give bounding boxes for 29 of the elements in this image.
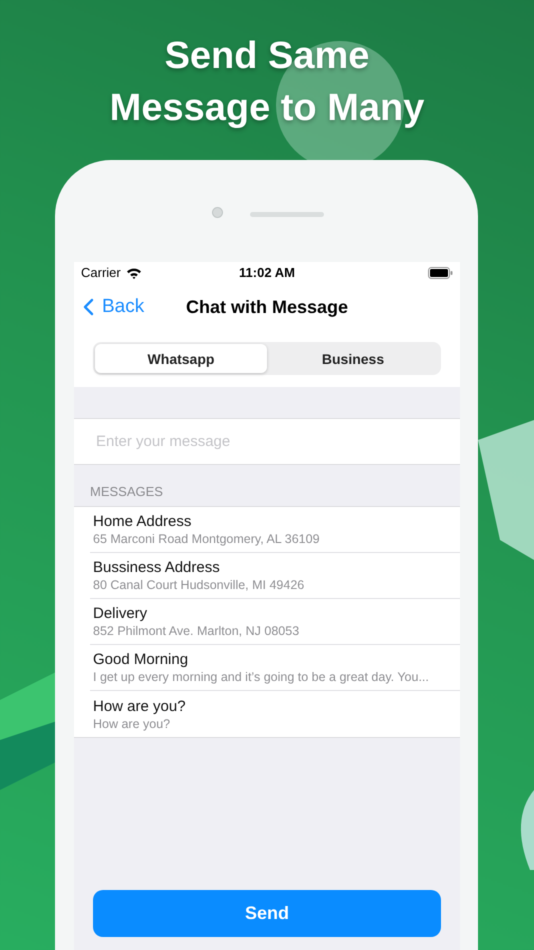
section-header: MESSAGES [90,484,163,499]
message-preview: 852 Philmont Ave. Marlton, NJ 08053 [93,624,300,638]
battery-icon [428,266,453,278]
headline: Message to Many [110,86,424,131]
message-row[interactable]: Delivery 852 Philmont Ave. Marlton, NJ 08053 [90,599,460,645]
message-preview: I get up every morning and it’s going to be a great day. You... [93,670,430,684]
camera-icon [212,207,223,218]
message-input[interactable]: Enter your message [74,419,460,464]
message-row[interactable]: Bussiness Address 80 Canal Court Hudsonville, MI 49426 [90,553,460,599]
segment-tab[interactable]: Business [267,344,439,373]
message-title: Bussiness Address [93,559,221,576]
wifi-icon [126,266,142,278]
status-time: 11:02 AM [239,265,295,280]
message-row[interactable]: How are you? How are you? [90,691,460,737]
message-row[interactable]: Home Address 65 Marconi Road Montgomery, AL 36109 [90,507,460,553]
screen-title: Chat with Message [186,296,348,318]
segment-tab[interactable]: Whatsapp [95,344,267,373]
message-row[interactable]: Good Morning I get up every morning and it’s going to be a great day. You... [90,645,460,691]
headline: Send Same [164,34,370,79]
message-title: How are you? [93,698,187,714]
speaker-icon [250,212,324,217]
message-title: Delivery [93,605,148,622]
message-title: Good Morning [93,651,190,668]
carrier-label: Carrier [81,265,121,280]
message-preview: How are you? [93,716,172,730]
message-preview: 65 Marconi Road Montgomery, AL 36109 [93,532,321,546]
message-title: Home Address [93,513,192,530]
message-preview: 80 Canal Court Hudsonville, MI 49426 [93,578,306,592]
chevron-left-icon [83,298,94,316]
